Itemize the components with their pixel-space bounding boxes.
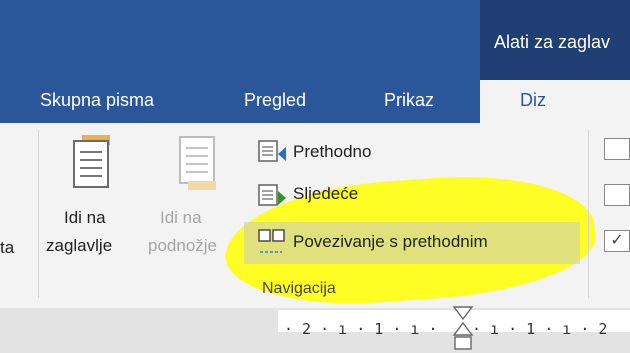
tab-design[interactable]: Diz [480,80,630,123]
go-to-header-line1[interactable]: Idi na [64,208,106,228]
group-separator [588,130,589,298]
go-to-header-line2[interactable]: zaglavlje [46,236,112,256]
tab-mailings[interactable]: Skupna pisma [40,90,154,111]
ribbon-tab-bar: Skupna pisma Pregled Prikaz Diz [0,80,630,123]
previous-label[interactable]: Prethodno [293,142,371,162]
previous-icon[interactable] [256,138,288,166]
group-separator [38,130,39,298]
go-to-footer-line1: Idi na [160,208,202,227]
go-to-footer-line2: podnožje [148,236,218,255]
context-tab-group-label: Alati za zaglav [494,32,611,52]
tab-review[interactable]: Pregled [244,90,306,111]
link-to-previous-label[interactable]: Povezivanje s prethodnim [293,232,488,252]
option-checkbox-3[interactable]: ✓ [604,230,630,252]
next-label[interactable]: Sljedeće [293,184,358,204]
clipped-ribbon-label: ta [0,238,15,257]
indent-marker-icon[interactable] [452,305,474,353]
ruler-right-marks: · ı · 1 · ı · 2 [472,320,608,338]
link-to-previous-icon[interactable] [256,228,288,258]
next-icon[interactable] [256,182,288,210]
navigation-group-label: Navigacija [262,280,336,297]
tab-view[interactable]: Prikaz [384,90,434,111]
ruler-left-marks: · 2 · ı · 1 · ı · [284,320,438,338]
go-to-header-icon[interactable] [70,134,112,192]
option-checkbox-1[interactable] [604,138,630,160]
go-to-footer-icon [179,136,216,190]
option-checkbox-2[interactable] [604,184,630,206]
